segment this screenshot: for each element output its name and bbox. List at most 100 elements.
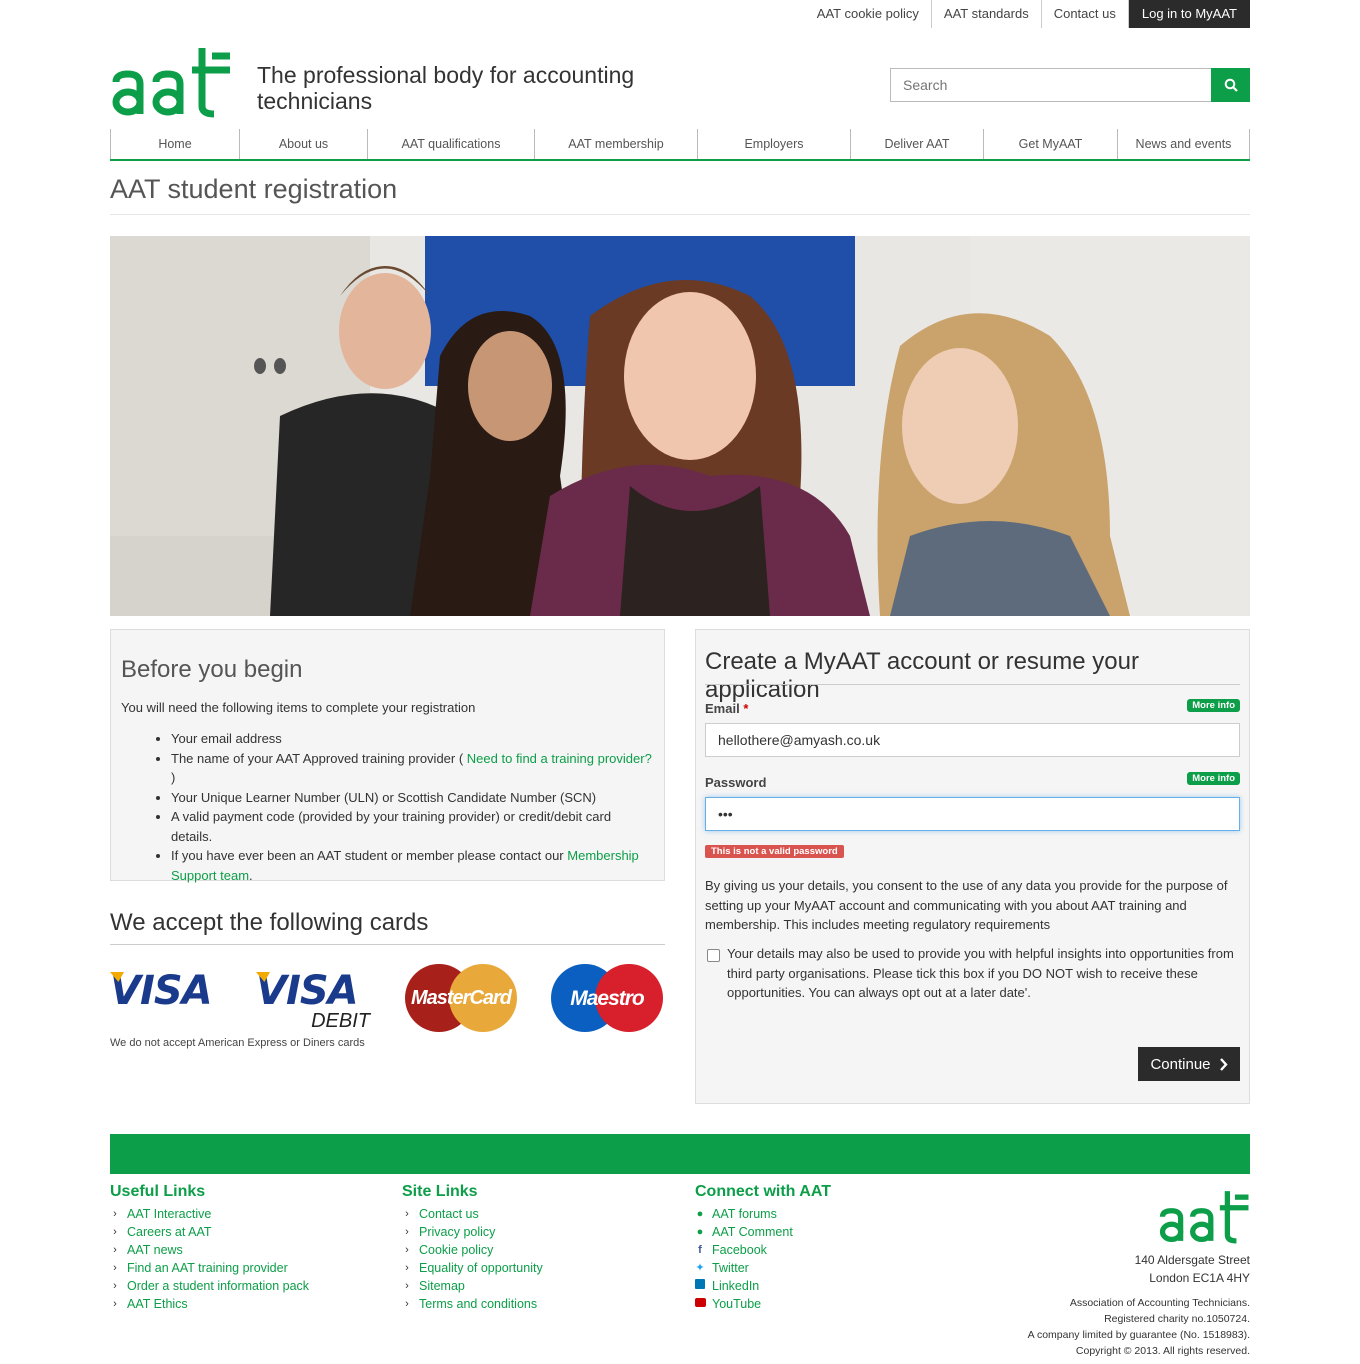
continue-label: Continue [1150,1055,1211,1073]
footer-link-cookie[interactable]: › Cookie policy [402,1241,543,1259]
before-intro: You will need the following items to com… [121,700,476,715]
footer-link-label: Find an AAT training provider [127,1261,288,1275]
footer-link-equality[interactable]: › Equality of opportunity [402,1259,543,1277]
opt-out-checkbox[interactable] [707,949,720,962]
useful-links: Useful Links › AAT Interactive › Careers a… [110,1183,309,1313]
footer-link-label: Sitemap [419,1279,465,1293]
password-error-badge: This is not a valid password [705,845,844,858]
nav-get-myaat[interactable]: Get MyAAT [984,129,1118,159]
cards-heading: We accept the following cards [110,909,429,936]
email-label: Email * [705,701,748,716]
cards-divider [110,944,665,945]
footer-link-aat-interactive[interactable]: › AAT Interactive [110,1205,309,1223]
chevron-right-icon: › [405,1244,409,1256]
find-training-provider-link[interactable]: Need to find a training provider? [467,751,652,766]
useful-links-heading: Useful Links [110,1183,206,1200]
search-button[interactable] [1211,68,1250,102]
list-item: Your email address [171,729,654,749]
page-title: AAT student registration [110,174,398,204]
footer-link-facebook[interactable]: f Facebook [695,1241,831,1259]
email-more-info-button[interactable]: More info [1187,699,1240,712]
address-line: London EC1A 4HY [1149,1271,1250,1285]
nav-deliver-aat[interactable]: Deliver AAT [851,129,984,159]
footer-link-label: AAT Comment [712,1225,793,1239]
footer-aat-logo[interactable] [1158,1188,1250,1247]
utility-bar: AAT cookie policy AAT standards Contact … [805,0,1250,28]
chevron-right-icon [1219,1057,1228,1071]
nav-home[interactable]: Home [110,129,240,159]
footer-link-label: Cookie policy [419,1243,494,1257]
password-more-info-button[interactable]: More info [1187,772,1240,785]
search-bar [890,68,1250,102]
footer-bar [110,1134,1250,1174]
footer-link-privacy[interactable]: › Privacy policy [402,1223,543,1241]
nav-about-us[interactable]: About us [240,129,368,159]
visa-debit-logo-text: VISA [256,968,359,1014]
footer-link-label: Contact us [419,1207,479,1221]
list-item-text: ) [171,770,176,785]
footer-link-label: Equality of opportunity [419,1261,543,1275]
visa-logo-text: VISA [110,968,213,1014]
contact-us-link[interactable]: Contact us [1042,0,1129,28]
chevron-right-icon: › [405,1280,409,1292]
login-myaat-button[interactable]: Log in to MyAAT [1128,0,1250,28]
title-divider [110,214,1250,215]
list-item: If you have ever been an AAT student or … [171,846,654,885]
email-field[interactable]: hellothere@amyash.co.uk [705,723,1240,757]
maestro-logo: Maestro [549,963,665,1033]
twitter-icon: ✦ [695,1262,705,1274]
footer-link-aat-news[interactable]: › AAT news [110,1241,309,1259]
footer-link-label: Privacy policy [419,1225,496,1239]
consent-text: By giving us your details, you consent t… [705,878,1228,932]
list-item-text: . [249,867,253,883]
nav-aat-qualifications[interactable]: AAT qualifications [368,129,535,159]
nav-news-and-events[interactable]: News and events [1118,129,1250,159]
footer-link-linkedin[interactable]: LinkedIn [695,1277,831,1295]
connect-heading: Connect with AAT [695,1183,831,1200]
footer-link-label: AAT news [127,1243,183,1257]
footer-link-ethics[interactable]: › AAT Ethics [110,1295,309,1313]
mastercard-logo: MasterCard [403,963,519,1033]
footer-legal: Association of Accounting Technicians. R… [1028,1295,1250,1359]
footer-link-sitemap[interactable]: › Sitemap [402,1277,543,1295]
before-heading: Before you begin [121,656,303,683]
footer-link-label: Order a student information pack [127,1279,310,1293]
footer-link-youtube[interactable]: YouTube [695,1295,831,1313]
footer-link-label: YouTube [712,1297,762,1311]
list-item: A valid payment code (provided by your t… [171,807,654,846]
cookie-policy-link[interactable]: AAT cookie policy [805,0,932,28]
site-tagline: The professional body for accounting tec… [257,62,635,114]
chevron-right-icon: › [113,1226,117,1238]
footer-link-twitter[interactable]: ✦ Twitter [695,1259,831,1277]
footer-address: 140 Aldersgate Street London EC1A 4HY [1028,1251,1250,1287]
continue-button[interactable]: Continue [1138,1047,1240,1081]
legal-line: Copyright © 2013. All rights reserved. [1075,1345,1250,1357]
list-item-text: Your Unique Learner Number (ULN) or Scot… [171,789,597,805]
chevron-right-icon: › [113,1280,117,1292]
maestro-logo-text: Maestro [570,987,645,1010]
chevron-right-icon: › [113,1208,117,1220]
nav-aat-membership[interactable]: AAT membership [535,129,698,159]
footer-link-comment[interactable]: ● AAT Comment [695,1223,831,1241]
main-nav: Home About us AAT qualifications AAT mem… [110,129,1250,161]
footer-link-label: AAT forums [712,1207,777,1221]
footer-link-forums[interactable]: ● AAT forums [695,1205,831,1223]
footer-link-info-pack[interactable]: › Order a student information pack [110,1277,309,1295]
footer-link-terms[interactable]: › Terms and conditions [402,1295,543,1313]
search-input[interactable] [890,68,1211,102]
comment-icon: ● [696,1226,704,1238]
footer-link-find-provider[interactable]: › Find an AAT training provider [110,1259,309,1277]
footer-link-careers[interactable]: › Careers at AAT [110,1223,309,1241]
aat-logo[interactable] [110,44,232,118]
comments-icon: ● [696,1208,704,1220]
aat-standards-link[interactable]: AAT standards [932,0,1042,28]
hero-image [110,236,1250,616]
site-links-heading: Site Links [402,1183,478,1200]
visa-debit-logo: VISA DEBIT [256,968,374,1038]
footer-link-label: AAT Ethics [127,1297,188,1311]
footer-link-contact[interactable]: › Contact us [402,1205,543,1223]
debit-label: DEBIT [311,1010,370,1032]
chevron-right-icon: › [113,1298,117,1310]
nav-employers[interactable]: Employers [698,129,851,159]
password-field[interactable]: ••• [705,797,1240,831]
